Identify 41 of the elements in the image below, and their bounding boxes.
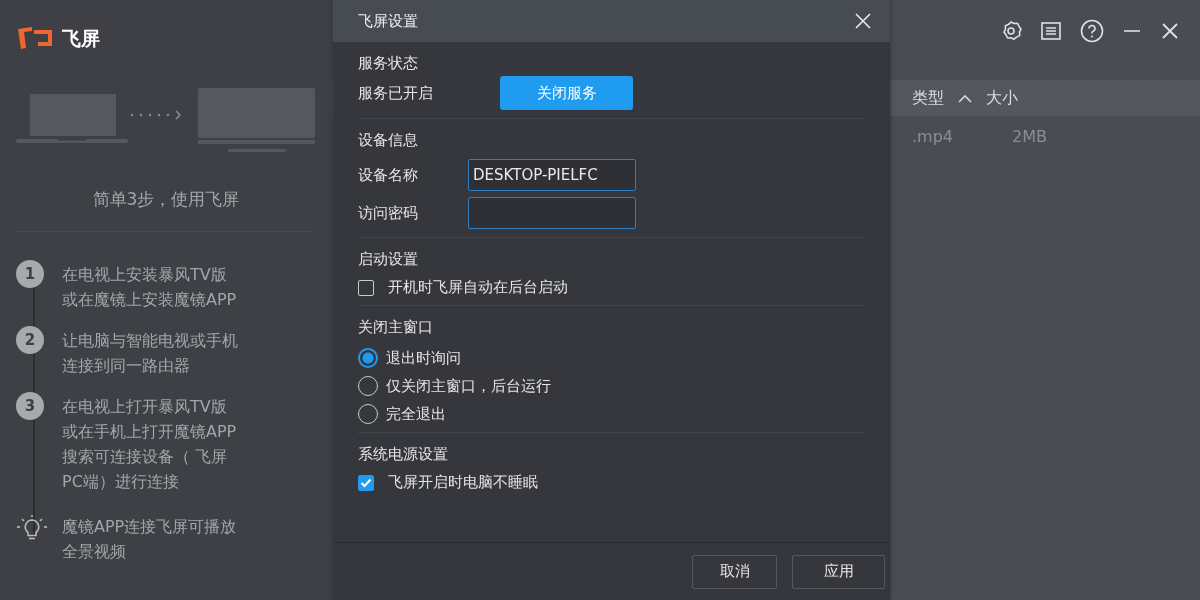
cancel-button[interactable]: 取消: [692, 554, 777, 589]
section-heading: 系统电源设置: [358, 445, 449, 465]
column-header[interactable]: 大小: [986, 87, 1018, 109]
table-cell-text: 2MB: [1012, 126, 1048, 146]
tip-text: 魔镜APP连接飞屏可播放 全景视频: [62, 516, 237, 563]
dialog-title: 飞屏设置: [358, 11, 418, 31]
apply-button[interactable]: 应用: [792, 554, 885, 589]
step-number: 1: [16, 260, 44, 288]
checkbox-label[interactable]: 飞屏开启时电脑不睡眠: [388, 473, 538, 492]
section-heading: 关闭主窗口: [358, 318, 434, 338]
section-heading: 设备信息: [358, 131, 419, 151]
radio-label[interactable]: 退出时询问: [386, 348, 461, 368]
input-field[interactable]: [468, 197, 636, 229]
tagline: 简单3步，使用飞屏: [91, 188, 241, 211]
lightbulb-icon: [16, 514, 48, 542]
table-cell-text: .mp4: [912, 126, 954, 146]
step-text: 在电视上安装暴风TV版 或在魔镜上安装魔镜APP: [62, 264, 237, 311]
sort-caret-icon[interactable]: [958, 93, 972, 103]
section-heading: 启动设置: [358, 250, 419, 270]
field-label: 设备名称: [358, 165, 419, 185]
column-header[interactable]: 类型: [912, 87, 944, 109]
help-icon[interactable]: [1080, 19, 1104, 43]
step-text: 让电脑与智能电视或手机 连接到同一路由器: [62, 330, 238, 377]
radio-button[interactable]: [358, 348, 378, 368]
service-status: 服务已开启: [358, 83, 434, 103]
radio-label[interactable]: 仅关闭主窗口，后台运行: [386, 376, 551, 396]
input-field[interactable]: DESKTOP-PIELFC: [468, 159, 636, 191]
settings-icon[interactable]: [1000, 20, 1022, 42]
checkbox-label[interactable]: 开机时飞屏自动在后台启动: [388, 278, 568, 297]
checkbox[interactable]: [358, 474, 374, 491]
close-icon[interactable]: [854, 12, 872, 30]
step-number: 3: [16, 392, 44, 420]
list-icon[interactable]: [1040, 20, 1062, 42]
logo-text: 飞屏: [62, 26, 100, 51]
checkbox[interactable]: [358, 279, 374, 296]
radio-label[interactable]: 完全退出: [386, 404, 446, 424]
section-heading: 服务状态: [358, 54, 419, 74]
field-label: 访问密码: [358, 203, 419, 223]
close-icon[interactable]: [1160, 21, 1180, 41]
step-text: 在电视上打开暴风TV版 或在手机上打开魔镜APP 搜索可连接设备（ 飞屏 PC端）进行连接: [62, 396, 237, 493]
step-number: 2: [16, 326, 44, 354]
